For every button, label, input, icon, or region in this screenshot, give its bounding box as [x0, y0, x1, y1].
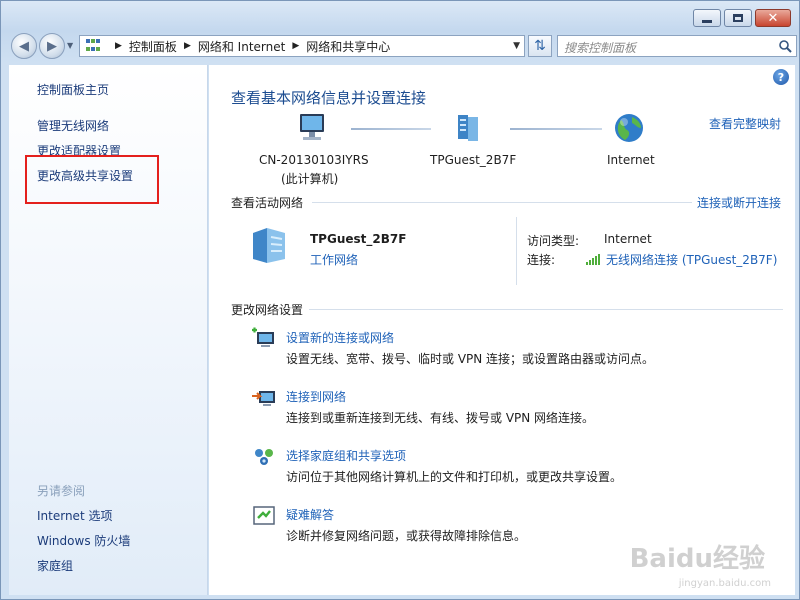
setup-connection-desc: 设置无线、宽带、拨号、临时或 VPN 连接；或设置路由器或访问点。 [286, 352, 655, 366]
search-icon[interactable] [778, 39, 792, 53]
connect-to-network-link[interactable]: 连接到网络 [286, 388, 346, 405]
network-icon [458, 115, 478, 141]
breadcrumb-network-sharing-center[interactable]: 网络和共享中心 [306, 38, 390, 55]
this-computer-label: (此计算机) [281, 172, 339, 186]
troubleshoot-icon [253, 506, 275, 525]
homegroup-icon [255, 449, 273, 465]
breadcrumb-arrow-icon[interactable]: ▶ [292, 41, 299, 51]
breadcrumb-arrow-icon[interactable]: ▶ [115, 41, 122, 51]
address-dropdown-icon[interactable]: ▼ [513, 41, 520, 51]
access-type-value: Internet [604, 232, 652, 246]
network-type-link[interactable]: 工作网络 [310, 251, 358, 268]
connections-label: 连接: [527, 253, 556, 267]
maximize-button[interactable] [724, 9, 752, 27]
connection-line [351, 128, 431, 130]
back-button[interactable]: ◀ [11, 33, 37, 59]
forward-button[interactable]: ▶ [39, 33, 65, 59]
back-arrow-icon: ◀ [19, 38, 29, 54]
homegroup-link[interactable]: 家庭组 [37, 557, 73, 574]
window: ✕ ◀ ▶ ▼ ▶ 控制面板 ▶ 网络和 Internet ▶ 网络和共享中心 … [0, 0, 800, 600]
new-connection-icon [252, 327, 274, 347]
minimize-button[interactable] [693, 9, 721, 27]
troubleshoot-link[interactable]: 疑难解答 [286, 506, 334, 523]
active-networks-header: 查看活动网络 [231, 196, 304, 210]
network-name-label: TPGuest_2B7F [430, 153, 517, 167]
homegroup-sharing-desc: 访问位于其他网络计算机上的文件和打印机，或更改共享设置。 [286, 470, 623, 484]
close-icon: ✕ [767, 10, 779, 26]
address-bar[interactable]: ▶ 控制面板 ▶ 网络和 Internet ▶ 网络和共享中心 ▼ [79, 35, 525, 57]
setup-connection-link[interactable]: 设置新的连接或网络 [286, 329, 394, 346]
left-pane: 控制面板主页 管理无线网络 更改适配器设置 更改高级共享设置 另请参阅 Inte… [9, 65, 208, 595]
forward-arrow-icon: ▶ [47, 38, 57, 54]
page-title: 查看基本网络信息并设置连接 [231, 89, 427, 107]
manage-wireless-link[interactable]: 管理无线网络 [37, 117, 109, 134]
computer-name-label: CN-20130103IYRS [259, 153, 369, 167]
computer-icon [300, 114, 324, 140]
connect-disconnect-link[interactable]: 连接或断开连接 [697, 194, 781, 211]
breadcrumb-network-internet[interactable]: 网络和 Internet [198, 38, 285, 55]
windows-firewall-link[interactable]: Windows 防火墙 [37, 532, 130, 549]
view-full-map-link[interactable]: 查看完整映射 [709, 115, 781, 132]
refresh-icon: ⇅ [534, 38, 546, 54]
see-also-heading: 另请参阅 [37, 484, 86, 498]
signal-strength-icon [586, 254, 600, 265]
close-button[interactable]: ✕ [755, 9, 791, 27]
wireless-connection-link[interactable]: 无线网络连接 (TPGuest_2B7F) [586, 251, 777, 268]
globe-icon [615, 114, 643, 142]
internet-label: Internet [607, 153, 655, 167]
watermark-url: jingyan.baidu.com [678, 578, 771, 589]
section-divider [312, 202, 692, 203]
highlight-box [25, 155, 159, 204]
network-building-icon [253, 228, 285, 263]
refresh-button[interactable]: ⇅ [528, 35, 552, 57]
navigation-bar: ◀ ▶ ▼ ▶ 控制面板 ▶ 网络和 Internet ▶ 网络和共享中心 ▼ … [9, 33, 797, 59]
search-placeholder: 搜索控制面板 [564, 41, 637, 55]
breadcrumb-control-panel[interactable]: 控制面板 [129, 38, 177, 55]
vertical-divider [516, 217, 517, 285]
internet-options-link[interactable]: Internet 选项 [37, 507, 112, 524]
active-network-name: TPGuest_2B7F [310, 232, 407, 246]
search-input[interactable]: 搜索控制面板 [557, 35, 797, 57]
connect-network-icon [252, 391, 275, 406]
minimize-icon [702, 19, 712, 23]
connection-line [510, 128, 602, 130]
access-type-label: 访问类型: [527, 234, 580, 248]
change-network-settings-header: 更改网络设置 [231, 303, 304, 317]
connect-to-network-desc: 连接到或重新连接到无线、有线、拨号或 VPN 网络连接。 [286, 411, 595, 425]
section-divider [309, 309, 783, 310]
watermark: Baidu经验 [629, 544, 765, 574]
recent-pages-dropdown[interactable]: ▼ [67, 41, 73, 50]
main-pane: ? 查看基本网络信息并设置连接 查看完整映射 CN-20130103IYRS (… [209, 65, 795, 595]
help-icon: ? [777, 70, 785, 84]
homegroup-sharing-link[interactable]: 选择家庭组和共享选项 [286, 447, 406, 464]
wireless-connection-label: 无线网络连接 (TPGuest_2B7F) [606, 253, 778, 267]
control-panel-home-link[interactable]: 控制面板主页 [37, 81, 109, 98]
breadcrumb-arrow-icon[interactable]: ▶ [184, 41, 191, 51]
maximize-icon [733, 14, 743, 22]
caption-buttons: ✕ [693, 9, 791, 27]
help-button[interactable]: ? [773, 69, 789, 85]
control-panel-icon [86, 39, 102, 53]
troubleshoot-desc: 诊断并修复网络问题，或获得故障排除信息。 [286, 529, 527, 543]
